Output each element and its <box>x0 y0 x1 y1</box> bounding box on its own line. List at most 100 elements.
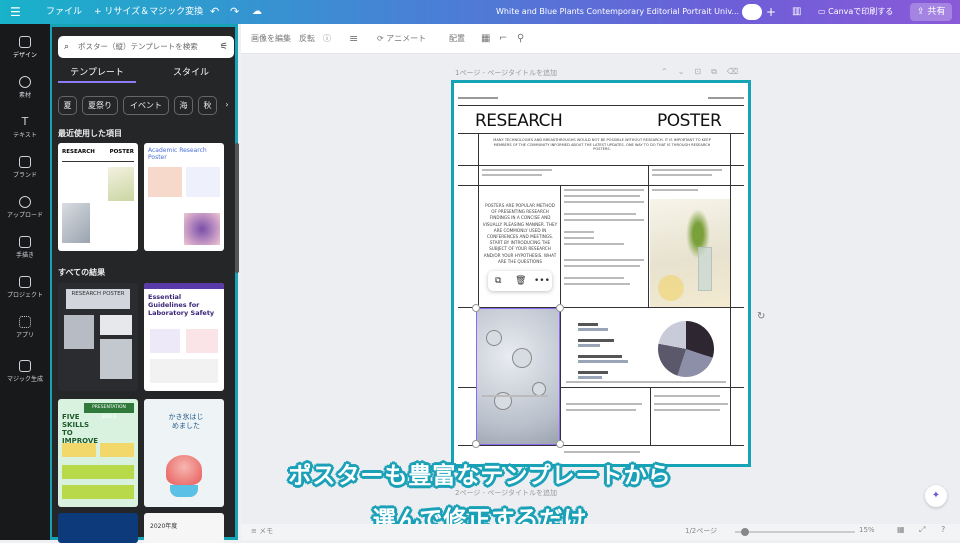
document-title[interactable]: White and Blue Plants Contemporary Edito… <box>496 0 739 24</box>
lock-icon[interactable]: ⚲ <box>517 24 524 54</box>
animate-label: アニメート <box>386 34 427 43</box>
zoom-slider-thumb[interactable] <box>741 528 749 536</box>
trash-icon[interactable]: 🗑 <box>515 271 526 291</box>
edit-image-button[interactable]: 画像を編集 <box>251 24 291 54</box>
resize-handle[interactable] <box>472 440 480 448</box>
tab-templates[interactable]: テンプレート <box>58 63 136 83</box>
magic-icon <box>19 360 31 372</box>
rail-item-upload[interactable]: アップロード <box>0 196 50 219</box>
magic-assistant-icon[interactable]: ✦ <box>925 485 947 507</box>
paint-roller-icon[interactable]: ⌐ <box>499 24 507 54</box>
chip-autumn[interactable]: 秋 <box>198 96 217 115</box>
share-icon: ⇪ <box>917 7 928 17</box>
rail-label: 手描き <box>15 252 34 259</box>
page-counter[interactable]: 1/2ページ <box>685 526 717 536</box>
thumb-block <box>100 315 132 335</box>
filter-icon[interactable]: ⚟ <box>220 36 228 58</box>
flip-button[interactable]: 反転 <box>299 24 315 54</box>
resize-handle[interactable] <box>472 304 480 312</box>
rail-item-apps[interactable]: アプリ <box>0 316 50 339</box>
thumb-title-left: RESEARCH <box>62 149 95 155</box>
print-button[interactable]: ▭ Canvaで印刷する <box>818 0 893 24</box>
chip-summer-festival[interactable]: 夏祭り <box>82 96 118 115</box>
rail-item-text[interactable]: T テキスト <box>0 116 50 140</box>
result-thumb-lab-safety[interactable]: Essential Guidelines for Laboratory Safe… <box>144 283 224 391</box>
avatar[interactable] <box>742 4 762 20</box>
rail-label: ブランド <box>12 172 37 179</box>
resize-handle[interactable] <box>556 304 564 312</box>
bar <box>578 344 600 347</box>
recent-thumb-academic[interactable]: Academic Research Poster <box>144 143 224 251</box>
rail-item-brand[interactable]: ブランド <box>0 156 50 179</box>
poster-text <box>564 201 644 203</box>
chevron-right-icon[interactable]: › <box>220 96 234 115</box>
rail-item-elements[interactable]: 素材 <box>0 76 50 99</box>
lines-icon[interactable]: ≡ <box>349 24 358 54</box>
share-button[interactable]: ⇪ 共有 <box>910 3 953 21</box>
all-results-title: すべての結果 <box>58 268 106 277</box>
poster-title-right[interactable]: POSTER <box>657 111 722 131</box>
chip-event[interactable]: イベント <box>123 96 169 115</box>
plus-icon[interactable]: + <box>766 0 776 24</box>
notes-button[interactable]: ≡ メモ <box>251 526 273 536</box>
analytics-icon[interactable]: ▥ <box>792 0 801 24</box>
position-button[interactable]: 配置 <box>449 24 465 54</box>
poster-text <box>654 403 728 405</box>
page-title[interactable]: 1ページ - ページタイトルを追加 <box>455 68 557 78</box>
resize-handle[interactable] <box>556 440 564 448</box>
rail-item-projects[interactable]: プロジェクト <box>0 276 50 299</box>
scrollbar[interactable] <box>235 143 239 273</box>
tab-styles[interactable]: スタイル <box>152 63 230 83</box>
result-thumb-skills[interactable]: PRESENTATION SKILLS FIVE SKILLS TO IMPRO… <box>58 399 138 507</box>
file-menu[interactable]: ファイル <box>46 0 82 24</box>
result-thumb-fireworks[interactable] <box>58 513 138 543</box>
fullscreen-icon[interactable]: ⤢ <box>919 525 925 535</box>
more-icon[interactable]: ••• <box>534 271 550 291</box>
print-icon: ▭ <box>818 7 829 16</box>
copy-icon[interactable]: ⧉ <box>495 271 501 291</box>
info-icon[interactable]: ⓘ <box>323 24 331 54</box>
hamburger-icon[interactable]: ☰ <box>10 0 21 24</box>
undo-icon[interactable]: ↶ <box>210 0 219 24</box>
zoom-level[interactable]: 15% <box>859 526 875 534</box>
refresh-icon[interactable]: ↻ <box>757 311 765 322</box>
poster-text <box>564 213 636 215</box>
search-input[interactable]: ⌕ ポスター（縦）テンプレートを検索 ⚟ <box>58 36 234 58</box>
transparency-icon[interactable]: ▦ <box>481 24 490 54</box>
animate-button[interactable]: ⟳ アニメート <box>377 24 426 54</box>
resize-button[interactable]: + リサイズ＆マジック変換 <box>94 0 203 24</box>
notes-icon: ≡ <box>251 527 260 535</box>
rail-label: マジック生成 <box>6 376 43 383</box>
help-icon[interactable]: ? <box>941 525 945 534</box>
grid-line <box>730 133 731 445</box>
rail-label: デザイン <box>12 52 37 59</box>
poster-title-left[interactable]: RESEARCH <box>475 111 563 131</box>
chip-summer[interactable]: 夏 <box>58 96 77 115</box>
flask <box>658 275 684 301</box>
poster-text <box>482 174 542 176</box>
recent-thumb-research[interactable]: RESEARCH POSTER <box>58 143 138 251</box>
rail-item-design[interactable]: デザイン <box>0 36 50 59</box>
poster-intro[interactable]: MANY TECHNOLOGIES AND BREAKTHROUGHS WOUL… <box>490 138 714 152</box>
page-controls[interactable]: ⌃⌄⊡⧉⌫ <box>661 67 748 77</box>
molecule-image-selected[interactable] <box>476 308 560 445</box>
result-thumb-shaved-ice[interactable]: かき氷はじめました <box>144 399 224 507</box>
redo-icon[interactable]: ↷ <box>230 0 239 24</box>
elements-icon <box>19 76 31 88</box>
molecule-atom <box>487 331 501 345</box>
brand-icon <box>19 156 31 168</box>
rail-item-magic[interactable]: マジック生成 <box>0 360 50 383</box>
zoom-slider[interactable] <box>735 528 855 536</box>
result-thumb-research[interactable]: RESEARCH POSTER <box>58 283 138 391</box>
plant-image[interactable] <box>650 199 730 307</box>
chip-sea[interactable]: 海 <box>174 96 193 115</box>
rail-item-draw[interactable]: 手描き <box>0 236 50 259</box>
grid-view-icon[interactable]: ▦ <box>897 525 905 534</box>
thumb-block <box>62 443 96 457</box>
bar <box>578 355 622 358</box>
poster-left-body[interactable]: POSTERS ARE POPULAR METHOD OF PRESENTING… <box>482 203 558 265</box>
poster-page[interactable]: RESEARCH POSTER MANY TECHNOLOGIES AND BR… <box>451 80 751 467</box>
poster-text <box>566 403 642 405</box>
thumb-title: RESEARCH POSTER <box>66 289 130 309</box>
thumb-block <box>150 359 218 383</box>
